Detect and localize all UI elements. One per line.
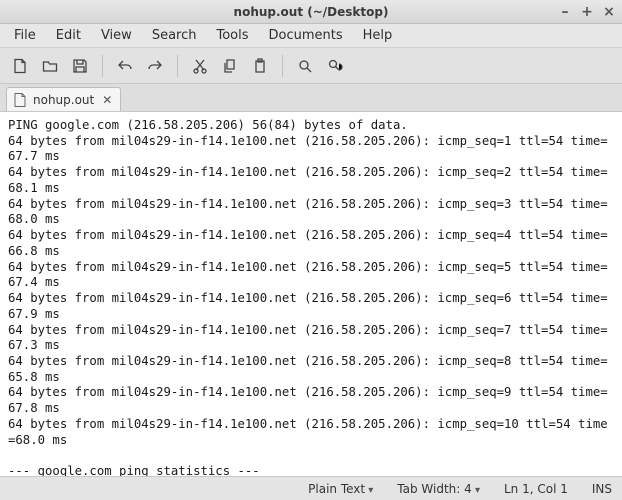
find-replace-button[interactable] [323,54,347,78]
menu-search[interactable]: Search [144,26,205,45]
open-file-icon [42,58,58,74]
save-button[interactable] [68,54,92,78]
status-tabwidth-selector[interactable]: Tab Width: 4 [397,482,480,496]
menu-file[interactable]: File [6,26,44,45]
document-icon [13,93,27,107]
tab-close-button[interactable]: ✕ [100,93,114,107]
status-language-selector[interactable]: Plain Text [308,482,373,496]
find-replace-icon [327,58,343,74]
menu-documents[interactable]: Documents [261,26,351,45]
cut-button[interactable] [188,54,212,78]
status-insert-mode: INS [592,482,612,496]
menu-tools[interactable]: Tools [208,26,256,45]
status-cursor-position: Ln 1, Col 1 [504,482,568,496]
window-controls: – + × [558,0,616,24]
new-file-icon [12,58,28,74]
find-button[interactable] [293,54,317,78]
status-bar: Plain Text Tab Width: 4 Ln 1, Col 1 INS [0,476,622,500]
cut-icon [192,58,208,74]
tab-nohup-out[interactable]: nohup.out ✕ [6,87,121,111]
editor-area[interactable]: PING google.com (216.58.205.206) 56(84) … [0,112,622,476]
copy-button[interactable] [218,54,242,78]
window-title: nohup.out (~/Desktop) [234,5,389,19]
find-icon [297,58,313,74]
menu-help[interactable]: Help [355,26,401,45]
redo-button[interactable] [143,54,167,78]
copy-icon [222,58,238,74]
window-minimize-button[interactable]: – [558,4,572,20]
toolbar [0,48,622,84]
save-icon [72,58,88,74]
tab-label: nohup.out [33,93,94,107]
toolbar-separator [177,55,178,77]
undo-icon [117,58,133,74]
menubar: File Edit View Search Tools Documents He… [0,24,622,48]
paste-button[interactable] [248,54,272,78]
window-close-button[interactable]: × [602,4,616,20]
window-maximize-button[interactable]: + [580,4,594,20]
editor-content: PING google.com (216.58.205.206) 56(84) … [8,118,614,476]
toolbar-separator [102,55,103,77]
undo-button[interactable] [113,54,137,78]
menu-view[interactable]: View [93,26,140,45]
titlebar: nohup.out (~/Desktop) – + × [0,0,622,24]
paste-icon [252,58,268,74]
new-file-button[interactable] [8,54,32,78]
toolbar-separator [282,55,283,77]
tab-bar: nohup.out ✕ [0,84,622,112]
menu-edit[interactable]: Edit [48,26,89,45]
open-file-button[interactable] [38,54,62,78]
redo-icon [147,58,163,74]
